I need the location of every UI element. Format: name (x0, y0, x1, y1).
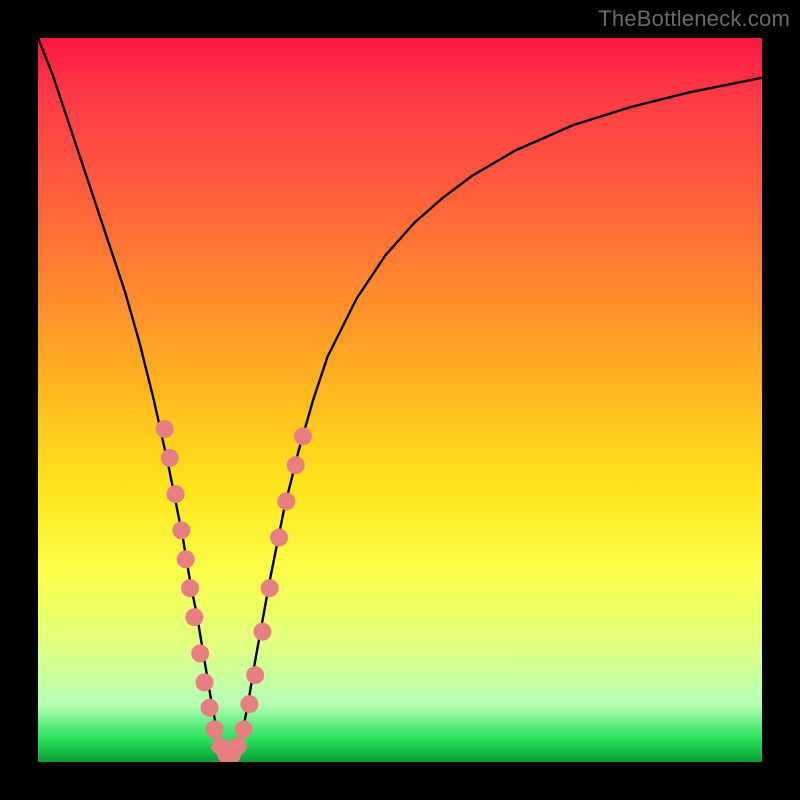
match-point (177, 550, 195, 568)
match-point (161, 449, 179, 467)
match-point (206, 720, 224, 738)
match-point (172, 521, 190, 539)
match-point (287, 456, 305, 474)
match-points-group (156, 420, 312, 762)
match-point (253, 623, 271, 641)
match-point (196, 673, 214, 691)
match-point (235, 720, 253, 738)
match-point (261, 579, 279, 597)
match-point (294, 427, 312, 445)
match-point (191, 644, 209, 662)
chart-frame: TheBottleneck.com (0, 0, 800, 800)
match-point (229, 737, 247, 755)
match-point (181, 579, 199, 597)
plot-area (38, 38, 762, 762)
match-point (156, 420, 174, 438)
match-point (277, 492, 295, 510)
match-point (240, 695, 258, 713)
match-point (167, 485, 185, 503)
watermark-text: TheBottleneck.com (598, 6, 790, 32)
bottleneck-curve (38, 38, 762, 758)
chart-svg (38, 38, 762, 762)
match-point (246, 666, 264, 684)
match-point (185, 608, 203, 626)
match-point (270, 529, 288, 547)
match-point (201, 699, 219, 717)
